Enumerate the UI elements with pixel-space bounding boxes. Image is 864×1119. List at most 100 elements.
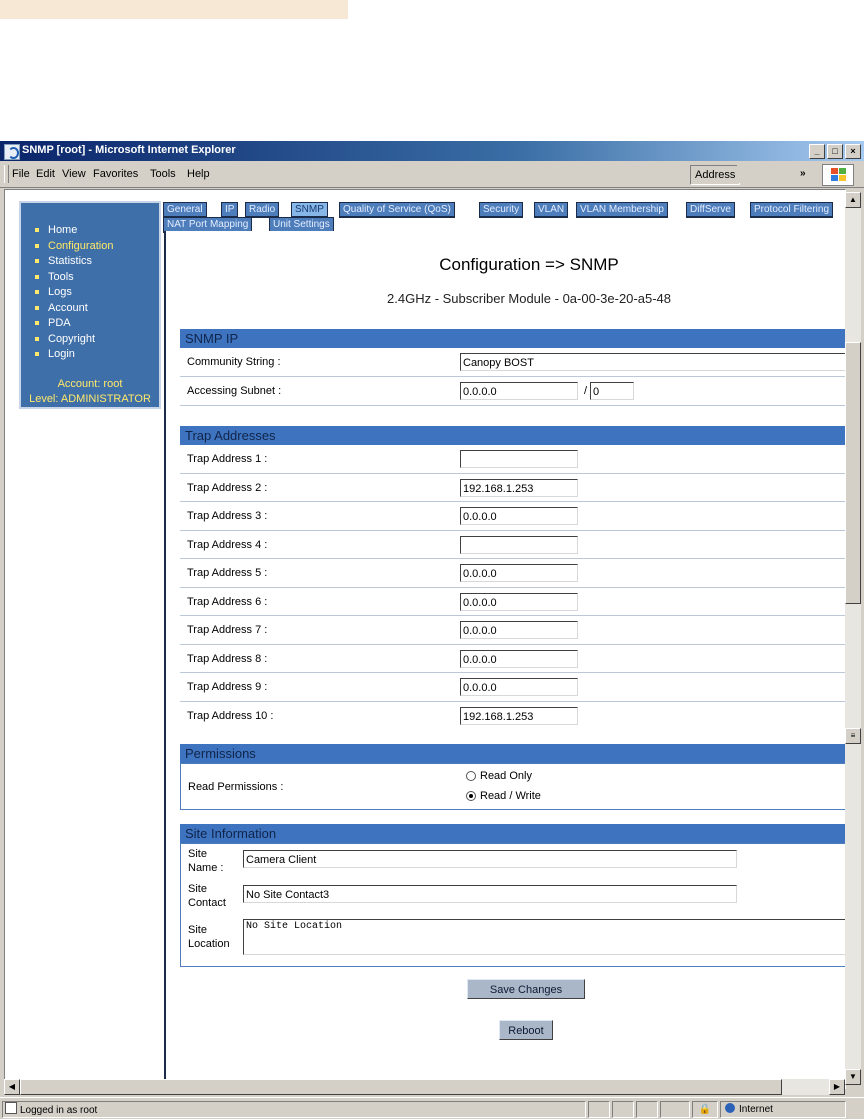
menu-tools[interactable]: Tools	[150, 168, 176, 180]
tab-security[interactable]: Security	[479, 202, 524, 218]
nav-configuration[interactable]: Configuration	[35, 239, 113, 255]
trap-label: Trap Address 7 :	[187, 624, 268, 636]
scroll-right-icon[interactable]: ▶	[829, 1079, 845, 1095]
address-label: Address	[690, 165, 741, 185]
scroll-split-icon[interactable]: ≡	[845, 728, 861, 744]
status-pane	[612, 1101, 634, 1118]
tab-vlan-membership[interactable]: VLAN Membership	[576, 202, 668, 218]
nav-tools[interactable]: Tools	[35, 270, 113, 286]
trap-row: Trap Address 2 : 192.168.1.253	[180, 474, 845, 502]
status-bar: Logged in as root 🔒 Internet	[0, 1097, 864, 1119]
trap-row: Trap Address 3 : 0.0.0.0	[180, 502, 845, 531]
address-field[interactable]	[737, 165, 791, 183]
close-button[interactable]: ×	[845, 144, 861, 159]
page-done-icon	[5, 1102, 17, 1114]
page-title: Configuration => SNMP	[439, 255, 619, 274]
nav-account[interactable]: Account	[35, 301, 113, 317]
trap-address-6-input[interactable]: 0.0.0.0	[460, 592, 578, 611]
radio-read-write[interactable]	[466, 791, 476, 801]
bullet-icon	[35, 336, 39, 341]
tab-ip[interactable]: IP	[221, 202, 239, 218]
trap-row: Trap Address 8 : 0.0.0.0	[180, 645, 845, 673]
trap-label: Trap Address 8 :	[187, 652, 268, 665]
subnet-address-input[interactable]: 0.0.0.0	[460, 382, 578, 400]
window-title: SNMP [root] - Microsoft Internet Explore…	[22, 144, 236, 156]
tab-radio[interactable]: Radio	[245, 202, 280, 218]
maximize-button[interactable]: □	[827, 144, 843, 159]
accessing-subnet-label: Accessing Subnet :	[187, 385, 282, 397]
toolbar-grip[interactable]	[4, 165, 9, 183]
trap-address-5-input[interactable]: 0.0.0.0	[460, 564, 578, 582]
read-write-label: Read / Write	[480, 790, 541, 802]
trap-row: Trap Address 6 : 0.0.0.0	[180, 588, 845, 616]
tab-vlan[interactable]: VLAN	[534, 202, 569, 218]
site-name-input[interactable]: Camera Client	[243, 850, 737, 868]
nav-home[interactable]: Home	[35, 223, 113, 239]
nav-login[interactable]: Login	[35, 347, 113, 363]
reboot-button[interactable]: Reboot	[499, 1020, 553, 1040]
bullet-icon	[35, 259, 39, 264]
trap-address-9-input[interactable]: 0.0.0.0	[460, 678, 578, 696]
nav-logs[interactable]: Logs	[35, 285, 113, 301]
trap-label: Trap Address 2 :	[187, 481, 268, 494]
scroll-up-icon[interactable]: ▲	[845, 192, 861, 208]
trap-address-10-input[interactable]: 192.168.1.253	[460, 706, 578, 725]
site-location-label: Site Location	[188, 924, 230, 950]
radio-read-only[interactable]	[466, 771, 476, 781]
bullet-icon	[35, 321, 39, 326]
toolbar-chevron-icon[interactable]: »	[800, 168, 806, 179]
trap-row: Trap Address 7 : 0.0.0.0	[180, 616, 845, 645]
section-header-trap-addresses: Trap Addresses	[180, 426, 845, 445]
zone-pane: Internet	[720, 1101, 846, 1118]
tab-general[interactable]: General	[163, 202, 207, 218]
subnet-mask-input[interactable]: 0	[590, 382, 634, 400]
scroll-thumb[interactable]	[845, 342, 861, 604]
menu-bar: File Edit View Favorites Tools Help Addr…	[0, 161, 864, 188]
zone-label: Internet	[739, 1104, 773, 1115]
trap-label: Trap Address 6 :	[187, 595, 268, 608]
trap-address-8-input[interactable]: 0.0.0.0	[460, 649, 578, 668]
tab-protocol-filtering[interactable]: Protocol Filtering	[750, 202, 834, 218]
tab-snmp[interactable]: SNMP	[291, 202, 328, 218]
menu-file[interactable]: File	[12, 168, 30, 180]
trap-row: Trap Address 9 : 0.0.0.0	[180, 673, 845, 702]
subnet-separator: /	[584, 385, 588, 397]
trap-address-3-input[interactable]: 0.0.0.0	[460, 507, 578, 525]
trap-address-2-input[interactable]: 192.168.1.253	[460, 478, 578, 497]
horizontal-scrollbar[interactable]: ◀ ▶	[4, 1079, 845, 1095]
bullet-icon	[35, 274, 39, 279]
community-string-input[interactable]: Canopy BOST	[460, 353, 845, 371]
internet-explorer-icon	[4, 144, 20, 160]
menu-help[interactable]: Help	[187, 168, 210, 180]
save-changes-button[interactable]: Save Changes	[467, 979, 585, 999]
tab-diffserve[interactable]: DiffServe	[686, 202, 735, 218]
account-name: Account: root	[57, 378, 123, 390]
trap-row: Trap Address 10 : 192.168.1.253	[180, 702, 845, 731]
vertical-scrollbar[interactable]: ▲ ≡ ▼	[845, 192, 861, 1085]
trap-address-4-input[interactable]	[460, 535, 578, 554]
accessing-subnet-row: Accessing Subnet : 0.0.0.0 / 0	[180, 377, 845, 406]
bullet-icon	[35, 290, 39, 295]
read-write-option[interactable]: Read / Write	[466, 790, 541, 802]
scroll-left-icon[interactable]: ◀	[4, 1079, 20, 1095]
trap-address-1-input[interactable]	[460, 450, 578, 468]
nav-pda[interactable]: PDA	[35, 316, 113, 332]
menu-view[interactable]: View	[62, 168, 86, 180]
trap-address-7-input[interactable]: 0.0.0.0	[460, 621, 578, 639]
menu-edit[interactable]: Edit	[36, 168, 55, 180]
horizontal-scroll-thumb[interactable]	[20, 1079, 782, 1095]
minimize-button[interactable]: _	[809, 144, 825, 159]
scroll-down-icon[interactable]: ▼	[845, 1069, 861, 1085]
page-viewport: Home Configuration Statistics Tools Logs…	[4, 189, 846, 1089]
site-location-textarea[interactable]: No Site Location	[243, 919, 845, 955]
status-pane	[660, 1101, 690, 1118]
menu-favorites[interactable]: Favorites	[93, 168, 138, 180]
status-pane	[636, 1101, 658, 1118]
nav-statistics[interactable]: Statistics	[35, 254, 113, 270]
site-contact-input[interactable]: No Site Contact3	[243, 885, 737, 903]
read-only-option[interactable]: Read Only	[466, 770, 532, 782]
tab-qos[interactable]: Quality of Service (QoS)	[339, 202, 455, 218]
site-name-label: Site Name :	[188, 848, 224, 874]
nav-copyright[interactable]: Copyright	[35, 332, 113, 348]
community-string-label: Community String :	[187, 356, 281, 368]
